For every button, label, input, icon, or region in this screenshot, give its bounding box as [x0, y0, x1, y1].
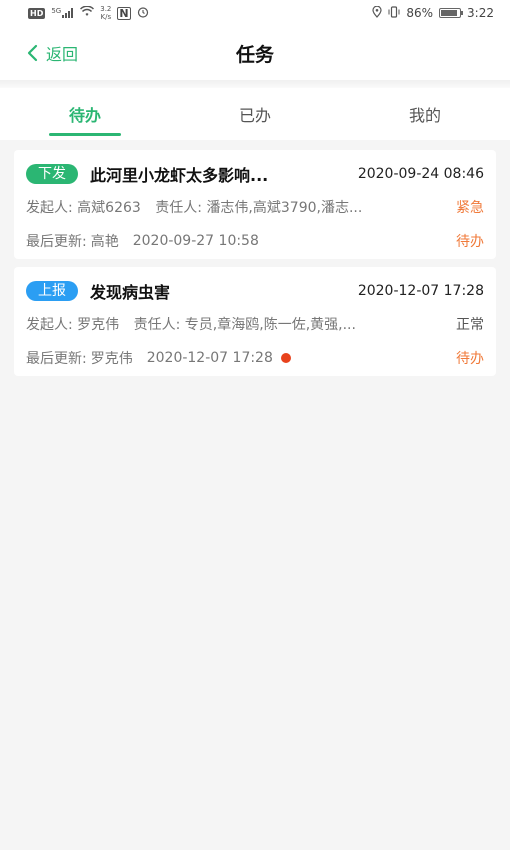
tab-done[interactable]: 已办 — [170, 88, 340, 140]
updated-time: 2020-09-27 10:58 — [132, 233, 259, 249]
status-bar-left: HD 5G 3.2 K/s N — [28, 5, 149, 21]
network-speed-unit: K/s — [100, 13, 112, 21]
tab-todo[interactable]: 待办 — [0, 88, 170, 140]
task-title: 发现病虫害 — [90, 283, 171, 302]
assignee-names: 潘志伟,高斌3790,潘志... — [206, 200, 363, 216]
initiator-name: 高斌6263 — [77, 200, 141, 216]
assignee-names: 专员,章海鸥,陈一佐,黄强,... — [184, 317, 356, 333]
task-header: 上报 发现病虫害 2020-12-07 17:28 — [26, 275, 484, 307]
task-update: 最后更新: 罗克伟 2020-12-07 17:28 待办 — [26, 341, 484, 375]
task-type-badge: 上报 — [26, 281, 78, 301]
initiator-label: 发起人: — [26, 200, 73, 216]
hd-icon: HD — [28, 7, 46, 19]
task-list: 下发 此河里小龙虾太多影响... 2020-09-24 08:46 发起人: 高… — [0, 140, 510, 376]
task-type-badge: 下发 — [26, 164, 78, 184]
unread-dot-icon — [280, 353, 291, 363]
clock-time: 3:22 — [467, 6, 494, 20]
battery-percent: 86% — [406, 6, 434, 20]
top-bar: HD 5G 3.2 K/s N 86% 3:22 返回 任务 — [0, 0, 510, 80]
tab-mine[interactable]: 我的 — [340, 88, 510, 140]
chevron-left-icon — [26, 44, 38, 62]
initiator-label: 发起人: — [26, 317, 73, 333]
assignee-label: 责任人: — [133, 317, 181, 333]
wifi-icon — [80, 5, 95, 20]
task-people-info: 发起人: 罗克伟 责任人: 专员,章海鸥,陈一佐,黄强,... — [26, 314, 446, 334]
network-type-label: 5G — [51, 7, 62, 15]
nfc-icon: N — [117, 6, 131, 20]
nav-header: 返回 任务 — [0, 26, 510, 80]
tab-done-label: 已办 — [238, 106, 271, 125]
initiator-name: 罗克伟 — [77, 317, 120, 333]
battery-icon — [439, 8, 464, 18]
task-header: 下发 此河里小龙虾太多影响... 2020-09-24 08:46 — [26, 158, 484, 190]
location-icon — [372, 5, 382, 21]
network-speed: 3.2 K/s — [100, 5, 111, 21]
divider — [0, 80, 510, 88]
tab-mine-label: 我的 — [408, 106, 441, 125]
back-button[interactable]: 返回 — [26, 26, 78, 80]
task-card[interactable]: 下发 此河里小龙虾太多影响... 2020-09-24 08:46 发起人: 高… — [14, 150, 496, 259]
priority-badge: 正常 — [456, 317, 484, 333]
back-label: 返回 — [46, 45, 79, 64]
task-people: 发起人: 罗克伟 责任人: 专员,章海鸥,陈一佐,黄强,... 正常 — [26, 307, 484, 341]
task-time: 2020-09-24 08:46 — [357, 166, 484, 182]
task-card[interactable]: 上报 发现病虫害 2020-12-07 17:28 发起人: 罗克伟 责任人: … — [14, 267, 496, 376]
vibrate-icon — [388, 5, 400, 21]
tab-todo-label: 待办 — [68, 106, 101, 125]
tab-bar: 待办 已办 我的 — [0, 88, 510, 140]
status-badge: 待办 — [456, 351, 484, 367]
task-time: 2020-12-07 17:28 — [357, 283, 484, 299]
updated-by: 罗克伟 — [90, 351, 133, 367]
assignee-label: 责任人: — [155, 200, 202, 216]
updated-by: 高艳 — [90, 234, 119, 250]
task-title: 此河里小龙虾太多影响... — [90, 166, 269, 185]
task-update-info: 最后更新: 高艳 2020-09-27 10:58 — [26, 231, 456, 251]
status-bar-right: 86% 3:22 — [372, 5, 494, 21]
alarm-icon — [137, 6, 149, 21]
task-people-info: 发起人: 高斌6263 责任人: 潘志伟,高斌3790,潘志... — [26, 197, 446, 217]
network-speed-value: 3.2 — [100, 5, 112, 13]
updated-label: 最后更新: — [26, 234, 87, 250]
status-badge: 待办 — [456, 234, 484, 250]
task-people: 发起人: 高斌6263 责任人: 潘志伟,高斌3790,潘志... 紧急 — [26, 190, 484, 224]
status-bar: HD 5G 3.2 K/s N 86% 3:22 — [0, 0, 510, 26]
updated-label: 最后更新: — [26, 351, 87, 367]
signal-icon: 5G — [51, 8, 74, 18]
task-update-info: 最后更新: 罗克伟 2020-12-07 17:28 — [26, 348, 456, 368]
updated-time: 2020-12-07 17:28 — [146, 350, 273, 366]
task-update: 最后更新: 高艳 2020-09-27 10:58 待办 — [26, 224, 484, 258]
priority-badge: 紧急 — [456, 200, 484, 216]
